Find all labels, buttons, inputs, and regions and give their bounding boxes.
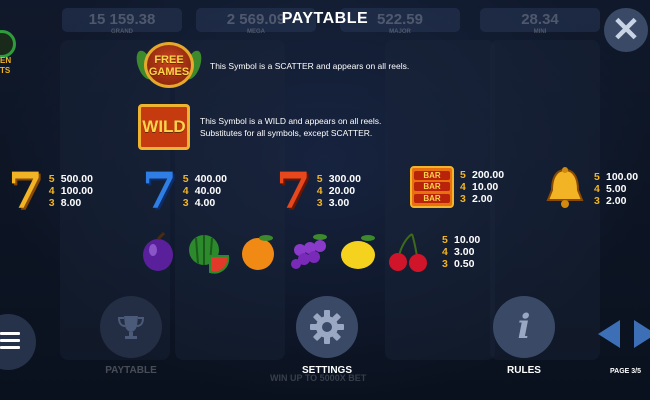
red-seven-icon: 7 <box>276 161 311 220</box>
paytable-entry-red-seven: 7 5 300.00 4 20.00 3 3.00 <box>276 166 361 216</box>
pay-values: 5 400.00 4 40.00 3 4.00 <box>182 173 227 209</box>
pay-values: 5 500.00 4 100.00 3 8.00 <box>48 173 93 209</box>
grapes-icon <box>291 234 327 269</box>
trophy-icon <box>117 316 145 339</box>
rules-button-label: RULES <box>507 365 541 376</box>
page-indicator: PAGE 3/5 <box>610 368 641 375</box>
gold-seven-icon: 7 <box>8 161 43 220</box>
bell-icon <box>546 167 584 208</box>
info-icon: i <box>517 307 531 347</box>
paytable-entry-bar: BAR BAR BAR 5 200.00 4 10.00 3 2.00 <box>410 166 504 208</box>
next-page-arrow-icon[interactable] <box>634 320 650 348</box>
previous-page-arrow-icon[interactable] <box>598 320 620 348</box>
scatter-description: FREE GAMES This Symbol is a SCATTER and … <box>133 40 410 92</box>
logo-text: TS <box>0 66 11 75</box>
pay-values: 5 300.00 4 20.00 3 3.00 <box>316 173 361 209</box>
close-button[interactable]: ✕ <box>604 8 648 52</box>
rules-button[interactable]: i <box>493 296 555 358</box>
wild-symbol-icon: WILD <box>138 104 190 150</box>
pay-values: 5 10.00 4 3.00 3 0.50 <box>442 234 481 270</box>
paytable-entry-blue-seven: 7 5 400.00 4 40.00 3 4.00 <box>142 166 227 216</box>
lemon-icon <box>341 235 375 269</box>
hamburger-menu-icon[interactable] <box>0 332 20 353</box>
scatter-text: This Symbol is a SCATTER and appears on … <box>210 61 410 71</box>
watermelon-icon <box>189 235 230 274</box>
paytable-entry-bell: 5 100.00 4 5.00 3 2.00 <box>542 166 638 212</box>
paytable-button-label: PAYTABLE <box>105 365 157 376</box>
logo-text: EN <box>0 56 12 65</box>
free-games-scatter-icon: FREE GAMES <box>133 40 205 92</box>
paytable-entry-fruits: 5 10.00 4 3.00 3 0.50 <box>136 230 480 274</box>
plum-icon <box>143 231 173 271</box>
pay-values: 5 200.00 4 10.00 3 2.00 <box>460 169 505 205</box>
triple-bar-icon: BAR BAR BAR <box>410 166 454 208</box>
settings-button[interactable] <box>296 296 358 358</box>
close-icon: ✕ <box>611 11 641 49</box>
paytable-entry-gold-seven: 7 5 500.00 4 100.00 3 8.00 <box>8 166 93 216</box>
paytable-button[interactable] <box>100 296 162 358</box>
page-title: PAYTABLE <box>281 10 369 27</box>
blue-seven-icon: 7 <box>142 161 177 220</box>
win-up-to-text: WIN UP TO 5000X BET <box>270 373 367 383</box>
game-logo-fragment: EN TS <box>0 30 20 75</box>
logo-ring <box>0 30 16 58</box>
wild-text: This Symbol is a WILD and appears on all… <box>200 116 382 138</box>
gear-icon <box>310 310 344 344</box>
cherries-icon <box>389 233 427 272</box>
wild-description: WILD This Symbol is a WILD and appears o… <box>138 104 381 150</box>
orange-icon <box>242 235 274 270</box>
pay-values: 5 100.00 4 5.00 3 2.00 <box>594 171 639 207</box>
